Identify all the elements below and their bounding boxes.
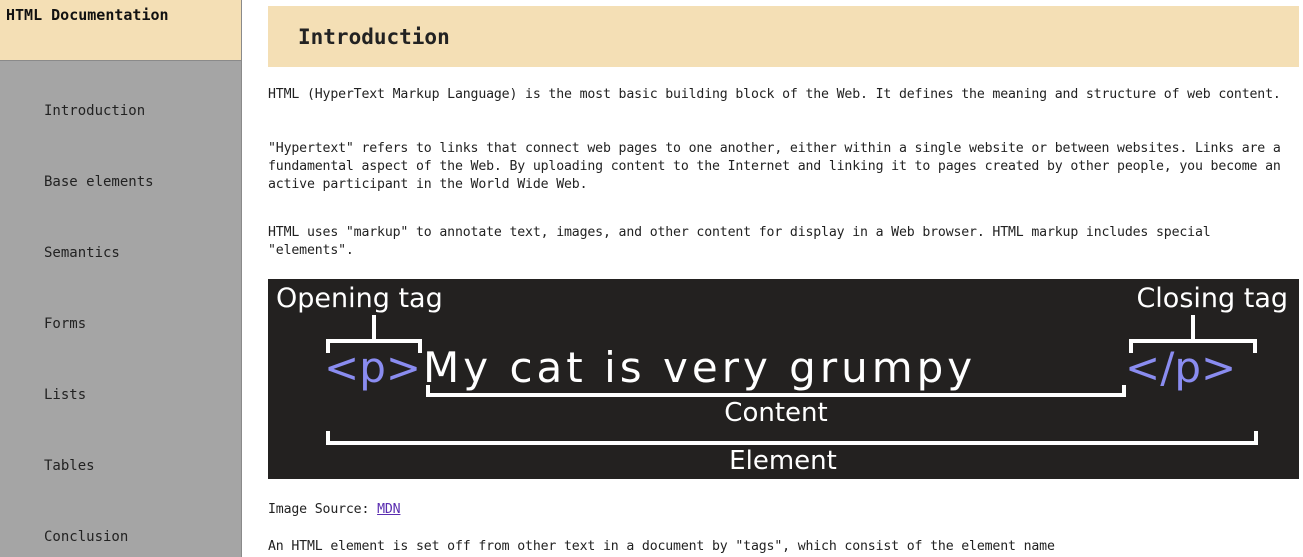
content-text: My cat is very grumpy xyxy=(423,343,976,392)
sidebar-item-conclusion[interactable]: Conclusion xyxy=(44,529,128,545)
paragraph-1: HTML (HyperText Markup Language) is the … xyxy=(268,87,1281,102)
section-header: Introduction xyxy=(268,6,1299,67)
paragraph-3: HTML uses "markup" to annotate text, ima… xyxy=(268,225,1211,258)
sidebar-title[interactable]: HTML Documentation xyxy=(0,0,241,61)
html-element-diagram: Opening tag Closing tag <p> My cat is ve… xyxy=(268,279,1299,479)
sidebar-item-forms[interactable]: Forms xyxy=(44,316,86,332)
mdn-link[interactable]: MDN xyxy=(377,502,401,517)
image-source: Image Source: MDN xyxy=(268,501,1299,519)
open-tag-text: <p> xyxy=(324,343,421,392)
paragraph-2: "Hypertext" refers to links that connect… xyxy=(268,141,1281,192)
content-label: Content xyxy=(724,398,827,428)
element-label: Element xyxy=(729,446,837,476)
sidebar-item-lists[interactable]: Lists xyxy=(44,387,86,403)
sidebar-item-introduction[interactable]: Introduction xyxy=(44,103,145,119)
sidebar-item-semantics[interactable]: Semantics xyxy=(44,245,120,261)
close-tag-text: </p> xyxy=(1125,343,1236,392)
main-content: Introduction HTML (HyperText Markup Lang… xyxy=(268,0,1299,557)
image-source-prefix: Image Source: xyxy=(268,502,378,517)
element-bracket xyxy=(326,431,1258,445)
closing-tag-label: Closing tag xyxy=(1136,283,1288,314)
paragraph-4: An HTML element is set off from other te… xyxy=(268,539,1055,554)
opening-tag-label: Opening tag xyxy=(276,283,443,314)
sidebar-item-base-elements[interactable]: Base elements xyxy=(44,174,154,190)
sidebar: HTML Documentation Introduction Base ele… xyxy=(0,0,242,557)
section-title: Introduction xyxy=(298,25,450,49)
sidebar-item-tables[interactable]: Tables xyxy=(44,458,95,474)
